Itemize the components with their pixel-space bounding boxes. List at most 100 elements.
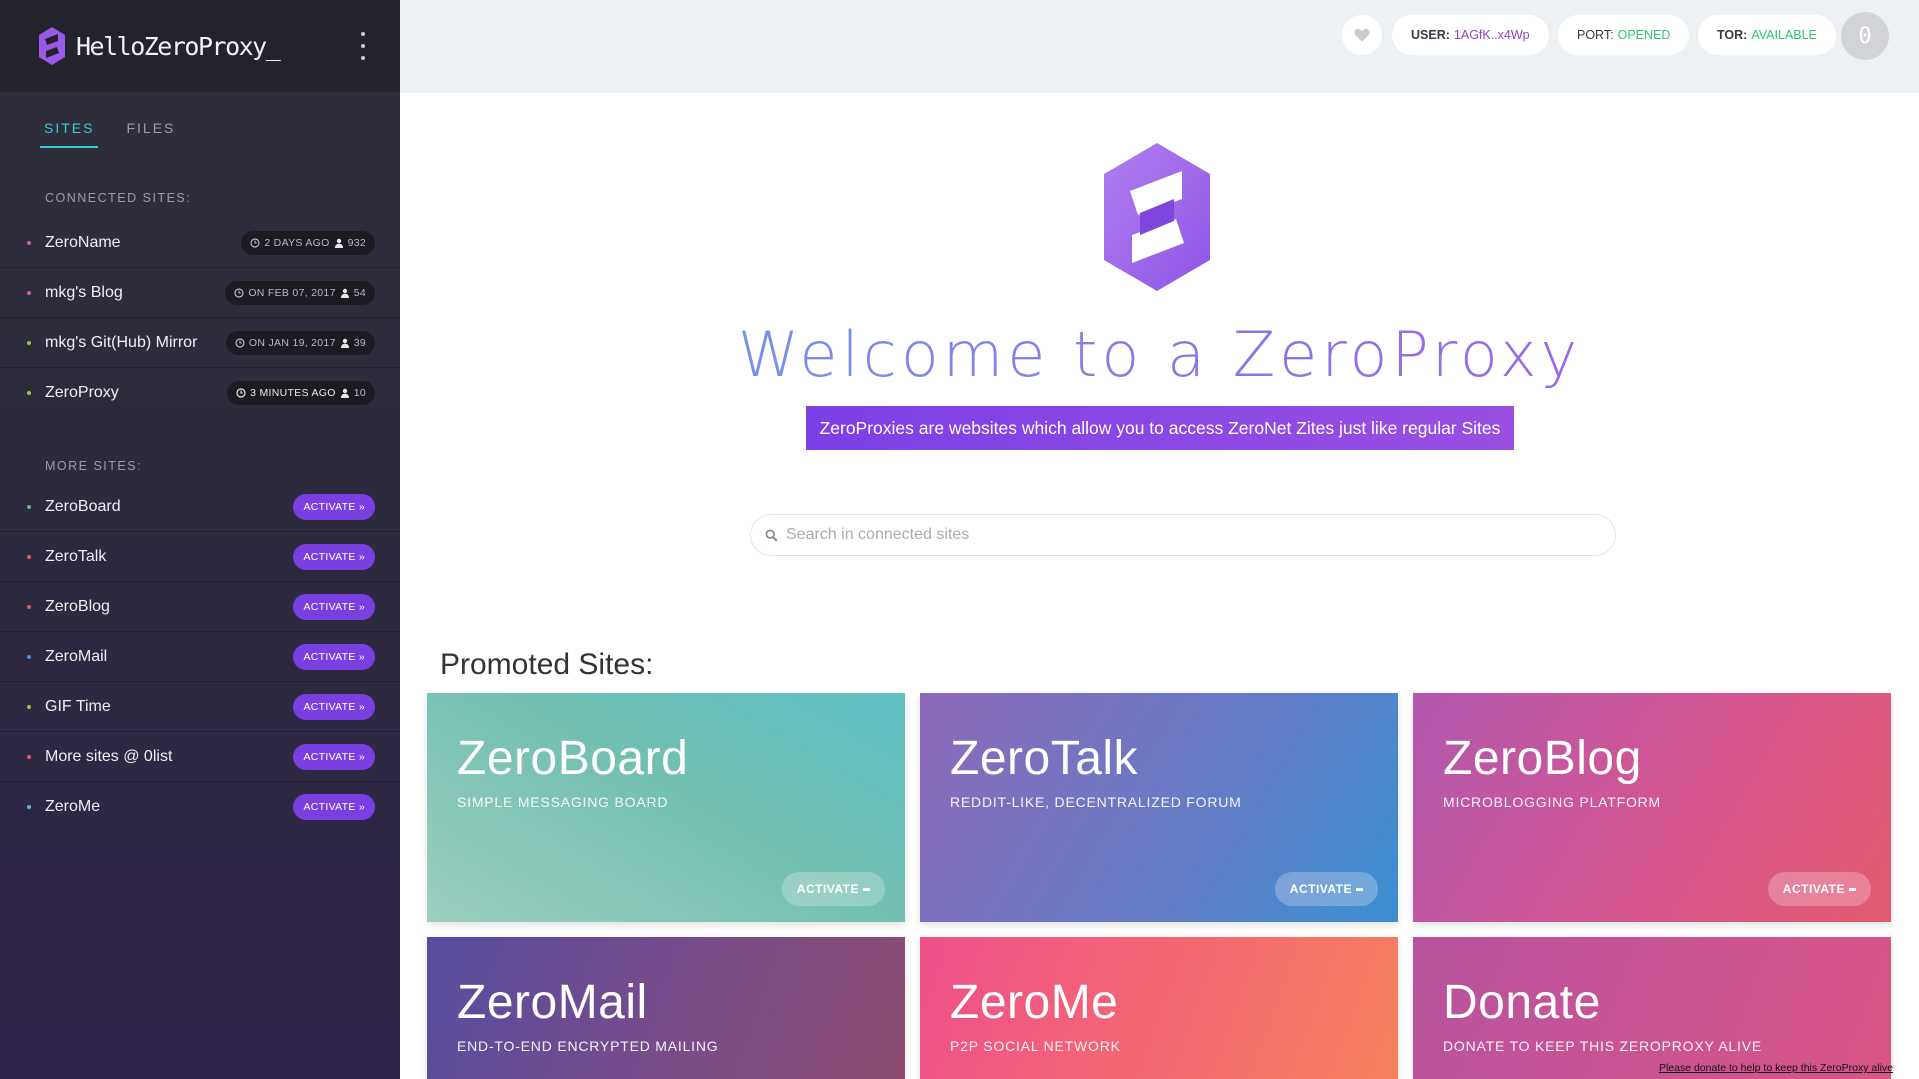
minus-icon — [863, 887, 870, 891]
status-dot — [27, 754, 31, 759]
activate-button[interactable]: ACTIVATE » — [293, 743, 375, 770]
port-status-pill[interactable]: PORT: OPENED — [1558, 15, 1690, 55]
promoted-card-zerome[interactable]: ZeroMe P2P SOCIAL NETWORK — [920, 937, 1398, 1079]
search-input[interactable] — [786, 526, 1586, 544]
user-id: 1AGfK..x4Wp — [1453, 28, 1530, 42]
activate-label: ACTIVATE — [796, 882, 859, 896]
card-subtitle: MICROBLOGGING PLATFORM — [1443, 794, 1662, 810]
last-updated: ON FEB 07, 2017 — [248, 286, 336, 299]
last-updated: 2 DAYS AGO — [264, 236, 330, 249]
sidebar-item-more-sites-0list[interactable]: More sites @ 0list ACTIVATE » — [0, 732, 400, 782]
brand-name[interactable]: HelloZeroProxy_ — [76, 32, 281, 61]
site-meta-badge: ON FEB 07, 2017 54 — [225, 280, 375, 305]
site-name: mkg's Git(Hub) Mirror — [45, 333, 198, 351]
promoted-sites-heading: Promoted Sites: — [440, 648, 654, 681]
last-updated: ON JAN 19, 2017 — [248, 336, 336, 349]
status-dot — [27, 604, 31, 609]
status-dot — [27, 554, 31, 559]
peer-count: 54 — [353, 286, 366, 299]
sidebar-item-mkgs-git-mirror[interactable]: mkg's Git(Hub) Mirror ON JAN 19, 2017 39 — [0, 318, 400, 368]
sidebar-item-zerome[interactable]: ZeroMe ACTIVATE » — [0, 782, 400, 832]
donate-link[interactable]: Please donate to help to keep this ZeroP… — [1659, 1062, 1893, 1074]
peer-count: 932 — [347, 236, 366, 249]
sidebar-item-zeroproxy[interactable]: ZeroProxy 3 MINUTES AGO 10 — [0, 368, 400, 418]
card-subtitle: SIMPLE MESSAGING BOARD — [457, 794, 669, 810]
card-title: ZeroTalk — [950, 732, 1139, 785]
promoted-card-donate[interactable]: Donate DONATE TO KEEP THIS ZEROPROXY ALI… — [1413, 937, 1891, 1079]
site-name: ZeroMail — [45, 647, 108, 665]
promoted-card-zeroboard[interactable]: ZeroBoard SIMPLE MESSAGING BOARD ACTIVAT… — [427, 693, 905, 922]
tab-files[interactable]: FILES — [122, 120, 179, 148]
activate-button[interactable]: ACTIVATE » — [293, 543, 375, 570]
search-icon — [765, 528, 778, 542]
sidebar-item-zerotalk[interactable]: ZeroTalk ACTIVATE » — [0, 532, 400, 582]
tor-label: TOR: — [1717, 28, 1748, 42]
user-icon — [340, 288, 349, 298]
heart-icon — [1354, 28, 1370, 42]
port-label: PORT: — [1577, 28, 1614, 42]
user-icon — [340, 388, 349, 398]
activate-button[interactable]: ACTIVATE » — [293, 593, 375, 620]
last-updated: 3 MINUTES AGO — [250, 387, 336, 399]
site-search[interactable] — [750, 514, 1616, 556]
promoted-card-zeroblog[interactable]: ZeroBlog MICROBLOGGING PLATFORM ACTIVATE — [1413, 693, 1891, 922]
zeroproxy-hero-logo-icon — [1104, 143, 1210, 291]
status-dot — [27, 290, 31, 295]
site-meta-badge: ON JAN 19, 2017 39 — [225, 330, 375, 355]
status-dot — [27, 340, 31, 345]
clock-icon — [235, 337, 245, 348]
status-dot — [27, 391, 31, 395]
activate-button[interactable]: ACTIVATE » — [293, 643, 375, 670]
card-subtitle: END-TO-END ENCRYPTED MAILING — [457, 1038, 719, 1054]
connected-sites-heading: CONNECTED SITES: — [45, 191, 192, 205]
user-status-pill[interactable]: USER: 1AGfK..x4Wp — [1392, 15, 1549, 55]
activate-button[interactable]: ACTIVATE » — [293, 693, 375, 720]
activate-label: ACTIVATE — [1782, 882, 1845, 896]
user-icon — [334, 238, 343, 248]
user-label: USER: — [1411, 28, 1450, 42]
activate-button[interactable]: ACTIVATE » — [293, 794, 375, 820]
card-title: ZeroBlog — [1443, 732, 1642, 785]
status-dot — [27, 704, 31, 709]
status-dot — [27, 805, 31, 809]
connected-sites-list: ZeroName 2 DAYS AGO 932 mkg's Blog ON FE… — [0, 218, 400, 418]
site-name: ZeroTalk — [45, 547, 107, 565]
port-status: OPENED — [1617, 28, 1671, 42]
tor-status: AVAILABLE — [1751, 28, 1817, 42]
site-name: ZeroBoard — [45, 497, 121, 515]
status-dot — [27, 504, 31, 509]
sidebar-item-zeroblog[interactable]: ZeroBlog ACTIVATE » — [0, 582, 400, 632]
sidebar-item-gif-time[interactable]: GIF Time ACTIVATE » — [0, 682, 400, 732]
site-name: More sites @ 0list — [45, 747, 173, 765]
tagline-banner: ZeroProxies are websites which allow you… — [806, 406, 1514, 450]
sidebar-item-mkgs-blog[interactable]: mkg's Blog ON FEB 07, 2017 54 — [0, 268, 400, 318]
more-sites-heading: MORE SITES: — [45, 459, 143, 473]
sidebar-tabs: SITES FILES — [0, 92, 400, 160]
activate-button[interactable]: ACTIVATE » — [293, 493, 375, 520]
activate-button[interactable]: ACTIVATE — [1274, 872, 1378, 906]
top-bar: USER: 1AGfK..x4Wp PORT: OPENED TOR: AVAI… — [400, 0, 1919, 93]
more-menu-icon[interactable] — [360, 32, 366, 60]
user-icon — [340, 338, 349, 348]
sidebar-item-zeroname[interactable]: ZeroName 2 DAYS AGO 932 — [0, 218, 400, 268]
site-meta-badge: 3 MINUTES AGO 10 — [227, 381, 375, 405]
site-name: ZeroProxy — [45, 384, 119, 401]
tab-sites[interactable]: SITES — [40, 120, 99, 148]
sidebar-item-zeromail[interactable]: ZeroMail ACTIVATE » — [0, 632, 400, 682]
status-dot — [27, 654, 31, 659]
tor-status-pill[interactable]: TOR: AVAILABLE — [1698, 15, 1836, 55]
sidebar-header: HelloZeroProxy_ — [0, 0, 400, 92]
peer-count: 39 — [353, 336, 366, 349]
zeroproxy-logo-icon[interactable] — [38, 26, 66, 66]
activate-button[interactable]: ACTIVATE — [781, 872, 885, 906]
promoted-card-zeromail[interactable]: ZeroMail END-TO-END ENCRYPTED MAILING — [427, 937, 905, 1079]
activate-button[interactable]: ACTIVATE — [1767, 872, 1871, 906]
minus-icon — [1849, 887, 1856, 891]
peer-count: 10 — [353, 387, 366, 399]
card-title: ZeroMe — [950, 976, 1119, 1029]
promoted-card-zerotalk[interactable]: ZeroTalk REDDIT-LIKE, DECENTRALIZED FORU… — [920, 693, 1398, 922]
main-content: Welcome to a ZeroProxy ZeroProxies are w… — [400, 93, 1919, 1079]
favorite-button[interactable] — [1342, 15, 1382, 55]
notifications-badge[interactable]: 0 — [1841, 12, 1889, 60]
sidebar-item-zeroboard[interactable]: ZeroBoard ACTIVATE » — [0, 482, 400, 532]
